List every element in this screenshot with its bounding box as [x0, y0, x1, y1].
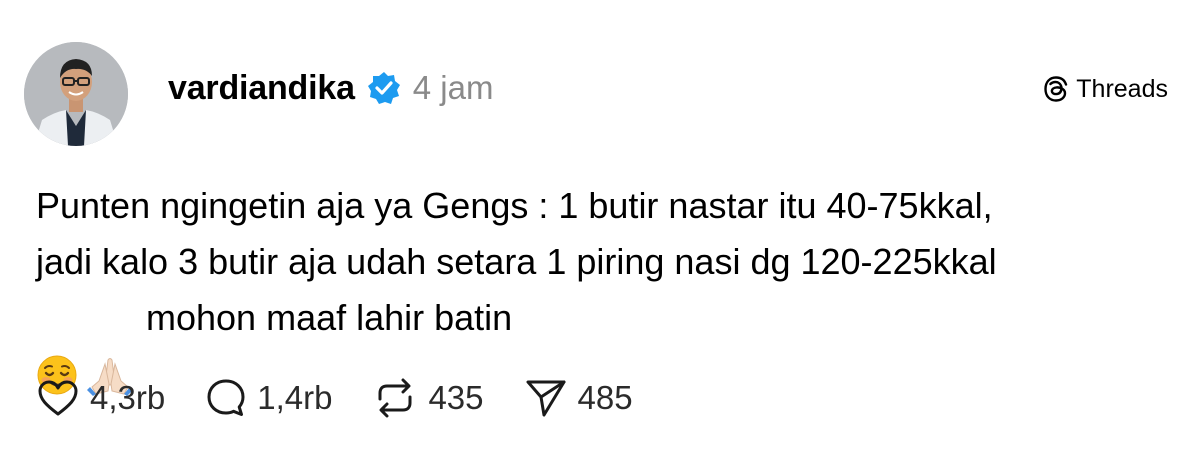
avatar[interactable] — [24, 42, 128, 146]
share-count: 485 — [577, 379, 633, 416]
share-button[interactable]: 485 — [524, 377, 633, 419]
repost-button[interactable]: 435 — [372, 377, 484, 419]
post-time: 4 jam — [412, 69, 494, 106]
paper-plane-icon — [524, 377, 568, 419]
repost-count: 435 — [428, 379, 484, 416]
action-bar: 4,3rb 1,4rb 435 485 — [36, 370, 673, 426]
verified-badge-icon — [367, 71, 401, 105]
post-header: vardiandika 4 jam — [168, 66, 493, 110]
reply-button[interactable]: 1,4rb — [205, 377, 332, 419]
repost-arrows-icon — [372, 377, 418, 419]
username[interactable]: vardiandika — [168, 69, 355, 108]
like-button[interactable]: 4,3rb — [36, 378, 165, 418]
post-text-line-2: jadi kalo 3 butir aja udah setara 1 piri… — [36, 241, 997, 282]
threads-brand[interactable]: Threads — [1042, 72, 1168, 106]
speech-bubble-icon — [205, 377, 247, 419]
like-count: 4,3rb — [90, 379, 166, 416]
heart-icon — [36, 378, 80, 418]
threads-logo-icon — [1042, 75, 1070, 103]
post-text-line-1: Punten ngingetin aja ya Gengs : 1 butir … — [36, 185, 993, 226]
reply-count: 1,4rb — [257, 379, 333, 416]
post-text-tail: mohon maaf lahir batin — [146, 297, 513, 338]
threads-brand-label: Threads — [1076, 74, 1168, 103]
